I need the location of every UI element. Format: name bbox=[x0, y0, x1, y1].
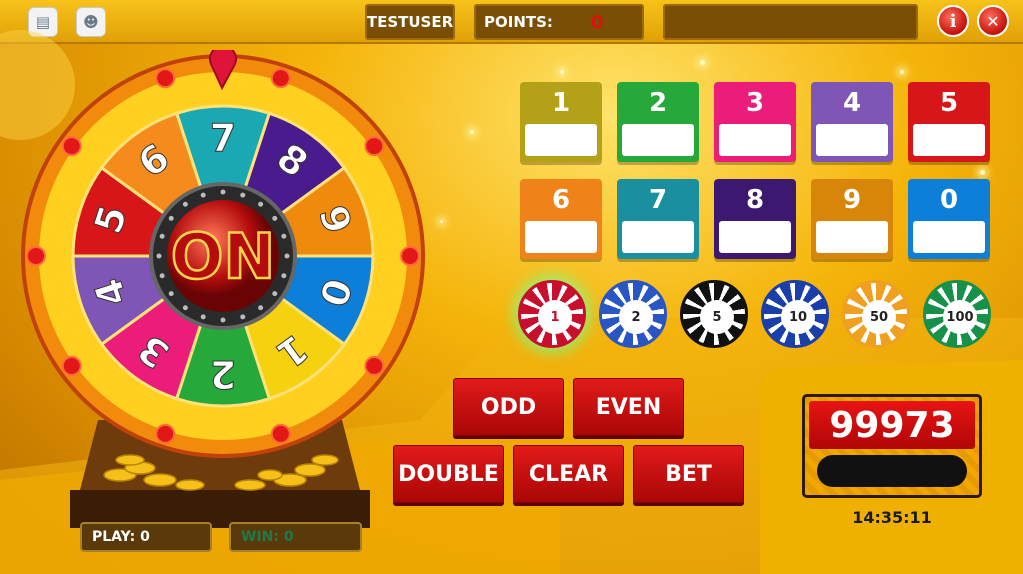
hub-rivet bbox=[200, 192, 206, 198]
number-tile-2[interactable]: 2 bbox=[617, 82, 699, 162]
number-tile-9[interactable]: 9 bbox=[811, 179, 893, 259]
wheel-segment-label: 2 bbox=[210, 352, 236, 396]
hub-rivet bbox=[240, 314, 246, 320]
number-tile-3[interactable]: 3 bbox=[714, 82, 796, 162]
wheel-bulb bbox=[155, 68, 176, 89]
spin-wheel[interactable]: 7 890123456ON bbox=[17, 50, 429, 462]
chip-100[interactable]: 100 bbox=[923, 280, 991, 348]
wheel-bulb bbox=[155, 423, 176, 444]
hub-rivet bbox=[159, 273, 165, 279]
sparkle bbox=[560, 70, 564, 74]
balance-panel: 99973 bbox=[802, 394, 982, 498]
wheel-bulb bbox=[364, 355, 385, 376]
tile-bet-slot bbox=[622, 124, 694, 156]
sparkle bbox=[900, 70, 904, 74]
wheel-center-text: ON bbox=[171, 220, 276, 293]
tile-number: 0 bbox=[939, 185, 959, 215]
even-button[interactable]: EVEN bbox=[573, 378, 684, 436]
sparkle bbox=[980, 170, 985, 175]
chip-value: 50 bbox=[862, 300, 896, 334]
clear-button[interactable]: CLEAR bbox=[513, 445, 624, 503]
tile-number: 3 bbox=[745, 88, 765, 118]
tile-bet-slot bbox=[913, 221, 985, 253]
hub-rivet bbox=[220, 189, 226, 195]
double-button[interactable]: DOUBLE bbox=[393, 445, 504, 503]
wheel-bulb bbox=[61, 355, 82, 376]
odd-button[interactable]: ODD bbox=[453, 378, 564, 436]
tile-number: 5 bbox=[939, 88, 959, 118]
chip-5[interactable]: 5 bbox=[680, 280, 748, 348]
result-display bbox=[817, 455, 967, 487]
chip-value: 5 bbox=[700, 300, 734, 334]
chip-50[interactable]: 50 bbox=[842, 280, 910, 348]
tile-number: 4 bbox=[842, 88, 862, 118]
wheel-bulb bbox=[270, 68, 291, 89]
chip-value: 10 bbox=[781, 300, 815, 334]
hub-rivet bbox=[159, 233, 165, 239]
play-counter: PLAY: 0 bbox=[80, 522, 212, 552]
wheel-bulb bbox=[270, 423, 291, 444]
wheel-bulb bbox=[400, 246, 420, 266]
sparkle bbox=[440, 220, 443, 223]
hub-rivet bbox=[182, 305, 188, 311]
chip-value: 1 bbox=[538, 300, 572, 334]
number-tile-8[interactable]: 8 bbox=[714, 179, 796, 259]
hub-rivet bbox=[156, 253, 162, 259]
tile-number: 7 bbox=[648, 185, 668, 215]
sparkle bbox=[470, 130, 474, 134]
tile-bet-slot bbox=[622, 221, 694, 253]
number-tile-0[interactable]: 0 bbox=[908, 179, 990, 259]
chip-10[interactable]: 10 bbox=[761, 280, 829, 348]
wheel-segment-label: 7 bbox=[210, 116, 236, 160]
tile-bet-slot bbox=[719, 221, 791, 253]
tile-number: 1 bbox=[551, 88, 571, 118]
number-tile-7[interactable]: 7 bbox=[617, 179, 699, 259]
hub-rivet bbox=[200, 314, 206, 320]
tile-number: 6 bbox=[551, 185, 571, 215]
win-counter: WIN: 0 bbox=[229, 522, 362, 552]
chip-2[interactable]: 2 bbox=[599, 280, 667, 348]
wheel-bulb bbox=[364, 136, 385, 157]
tile-bet-slot bbox=[719, 124, 791, 156]
hub-rivet bbox=[182, 201, 188, 207]
tile-number: 8 bbox=[745, 185, 765, 215]
tile-bet-slot bbox=[816, 124, 888, 156]
number-tile-5[interactable]: 5 bbox=[908, 82, 990, 162]
tile-number: 2 bbox=[648, 88, 668, 118]
number-tile-1[interactable]: 1 bbox=[520, 82, 602, 162]
chip-value: 2 bbox=[619, 300, 653, 334]
tile-number: 9 bbox=[842, 185, 862, 215]
tile-bet-slot bbox=[913, 124, 985, 156]
chip-value: 100 bbox=[943, 300, 977, 334]
number-tile-6[interactable]: 6 bbox=[520, 179, 602, 259]
number-tile-4[interactable]: 4 bbox=[811, 82, 893, 162]
hub-rivet bbox=[281, 273, 287, 279]
hub-rivet bbox=[281, 233, 287, 239]
sparkle bbox=[700, 60, 705, 65]
hub-rivet bbox=[258, 201, 264, 207]
tile-bet-slot bbox=[525, 221, 597, 253]
chip-1[interactable]: 1 bbox=[518, 280, 586, 348]
bet-button[interactable]: BET bbox=[633, 445, 744, 503]
tile-bet-slot bbox=[816, 221, 888, 253]
wheel-bulb bbox=[61, 136, 82, 157]
hub-rivet bbox=[284, 253, 290, 259]
hub-rivet bbox=[220, 317, 226, 323]
clock-time: 14:35:11 bbox=[852, 508, 932, 527]
hub-rivet bbox=[240, 192, 246, 198]
wheel-bulb bbox=[26, 246, 46, 266]
balance-value: 99973 bbox=[809, 401, 975, 449]
tile-bet-slot bbox=[525, 124, 597, 156]
hub-rivet bbox=[258, 305, 264, 311]
